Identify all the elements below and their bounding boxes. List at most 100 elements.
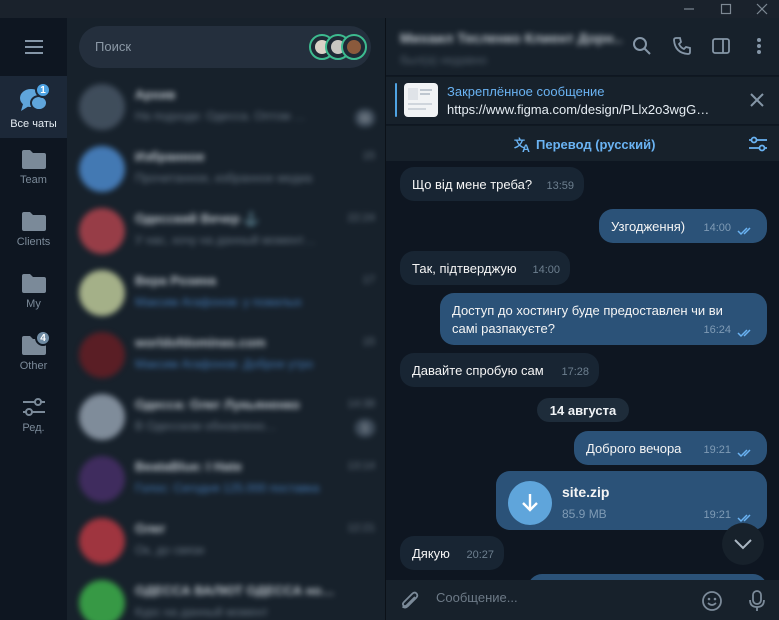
folder-badge: 1 [35,82,51,98]
chat-list-item[interactable]: Архив На подходе: Одесса. Оптом … 11 [67,76,385,138]
message-time: 19:21 [703,509,731,521]
chat-list-item[interactable]: ОДЕССА ВАЛЮТ ОДЕССА но… Курс на данный м… [67,572,385,620]
phone-icon [673,37,691,55]
folder-team[interactable]: Team [0,138,67,200]
call-button[interactable] [671,35,693,57]
story-avatar[interactable] [341,34,367,60]
attach-button[interactable] [398,589,422,613]
peer-title: Михаил Тесленко Клиент Дорн… [400,30,622,46]
more-button[interactable] [748,35,770,57]
outgoing-file-message[interactable]: site.zip 85.9 MB 19:21 [496,471,767,530]
folder-other[interactable]: 4 Other [0,324,67,386]
file-name: site.zip [562,484,610,500]
folder-my[interactable]: My [0,262,67,324]
chat-list-item[interactable]: Одесса: Олег Лукьяненко В Одесском обнов… [67,386,385,448]
voice-record-button[interactable] [745,589,769,613]
minimize-button[interactable] [672,0,706,18]
message-list: Що від мене треба? 13:59 Узгодження) 14:… [386,162,779,580]
maximize-button[interactable] [709,0,743,18]
folder-label: Clients [16,236,51,248]
close-icon [756,3,768,15]
sliders-icon [749,136,767,152]
folder-edit[interactable]: Ред. [0,386,67,448]
avatar [79,394,125,440]
chat-name: Одесса: Олег Лукьяненко [135,397,300,412]
chat-list-item[interactable]: Вера Розина Максим Агафонов: у пожилых 1… [67,262,385,324]
avatar [79,332,125,378]
svg-text:A: A [522,143,530,153]
message-text: Дякую [412,546,450,561]
outgoing-message[interactable]: Доступ до хостингу буде предоставлен чи … [440,293,767,345]
translate-bar[interactable]: 文 A Перевод (русский) [386,125,779,161]
message-text: Давайте спробую сам [412,363,544,378]
pinned-message-bar[interactable]: Закреплённое сообщение https://www.figma… [386,76,779,124]
message-text: Доступ до хостингу буде предоставлен чи … [452,303,723,336]
emoji-button[interactable] [700,589,724,613]
chat-preview: Максим Агафонов: Доброе утро [135,357,314,371]
translate-settings-button[interactable] [748,135,768,153]
file-size: 85.9 MB [562,507,607,521]
chevron-down-icon [734,539,752,550]
chat-time: 12:21 [347,522,375,534]
stories-strip[interactable] [309,34,367,60]
unread-count: 1 [355,419,375,437]
folder-label: Other [19,360,48,372]
incoming-message[interactable]: Дякую 20:27 [400,536,504,570]
chat-header[interactable]: Михаил Тесленко Клиент Дорн… был(а) неда… [386,18,779,75]
translate-label: Перевод (русский) [536,137,656,152]
pinned-text: https://www.figma.com/design/PLlx2o3wgG… [447,102,710,117]
chat-list-item[interactable]: BeataBlue: I Hate Голос: Сегодня 125.000… [67,448,385,510]
translate-icon: 文 A [514,136,530,153]
message-time: 13:59 [546,180,574,192]
minimize-icon [684,8,694,10]
search-button[interactable] [631,35,653,57]
window-titlebar [0,0,779,18]
folder-label: Ред. [22,422,45,434]
close-window-button[interactable] [745,0,779,18]
folder-label: Team [20,174,47,186]
smile-icon [702,591,722,611]
maximize-icon [720,3,732,15]
unpin-button[interactable] [748,91,766,109]
download-button[interactable] [508,481,552,525]
message-time: 17:28 [561,366,589,378]
chat-list-item[interactable]: worldofdominas.com Максим Агафонов: Добр… [67,324,385,386]
double-check-icon [737,227,751,236]
chat-preview: На подходе: Одесса. Оптом … [135,109,306,123]
folder-label: Все чаты [10,118,57,130]
chat-list-item[interactable]: Одесский Вечер ⚓ У нас, хочу на данный м… [67,200,385,262]
chat-list-panel: Поиск Архив На подходе: Одесса. Оптом … … [67,18,385,620]
chat-list-item[interactable]: Избранное Прочитанное, избранное медиа 1… [67,138,385,200]
sidebar-toggle-button[interactable] [710,35,732,57]
incoming-message[interactable]: Давайте спробую сам 17:28 [400,353,599,387]
search-input[interactable]: Поиск [79,26,371,68]
main-menu-button[interactable] [0,18,67,76]
chat-preview: Ок, до связи [135,543,205,557]
double-check-icon [737,514,751,523]
pinned-thumbnail [404,83,438,117]
double-check-icon [737,329,751,338]
message-input[interactable]: Сообщение... [436,590,518,605]
avatar [79,580,125,620]
message-time: 19:21 [703,444,731,456]
chat-list-item[interactable]: Олег Ок, до связи 12:21 [67,510,385,572]
folder-all-chats[interactable]: 1 Все чаты [0,76,67,138]
pinned-title: Закреплённое сообщение [447,84,605,99]
outgoing-message[interactable]: Узгодження) 14:00 [599,209,767,243]
chat-name: Олег [135,521,166,536]
incoming-message[interactable]: Так, підтверджую 14:00 [400,251,570,285]
scroll-down-button[interactable] [722,523,764,565]
chat-name: worldofdominas.com [135,335,266,350]
incoming-message[interactable]: Що від мене треба? 13:59 [400,167,584,201]
chat-list: Архив На подходе: Одесса. Оптом … 11 Изб… [67,76,385,620]
outgoing-message[interactable]: Доброго вечора 19:21 [574,431,767,465]
peer-status: был(а) недавно [400,53,487,67]
double-check-icon [737,449,751,458]
avatar [79,456,125,502]
avatar [79,84,125,130]
search-placeholder: Поиск [95,39,132,54]
message-text: Доброго вечора [586,441,682,456]
chat-time: 14:38 [347,398,375,410]
folder-clients[interactable]: Clients [0,200,67,262]
chat-preview: Прочитанное, избранное медиа [135,171,313,185]
